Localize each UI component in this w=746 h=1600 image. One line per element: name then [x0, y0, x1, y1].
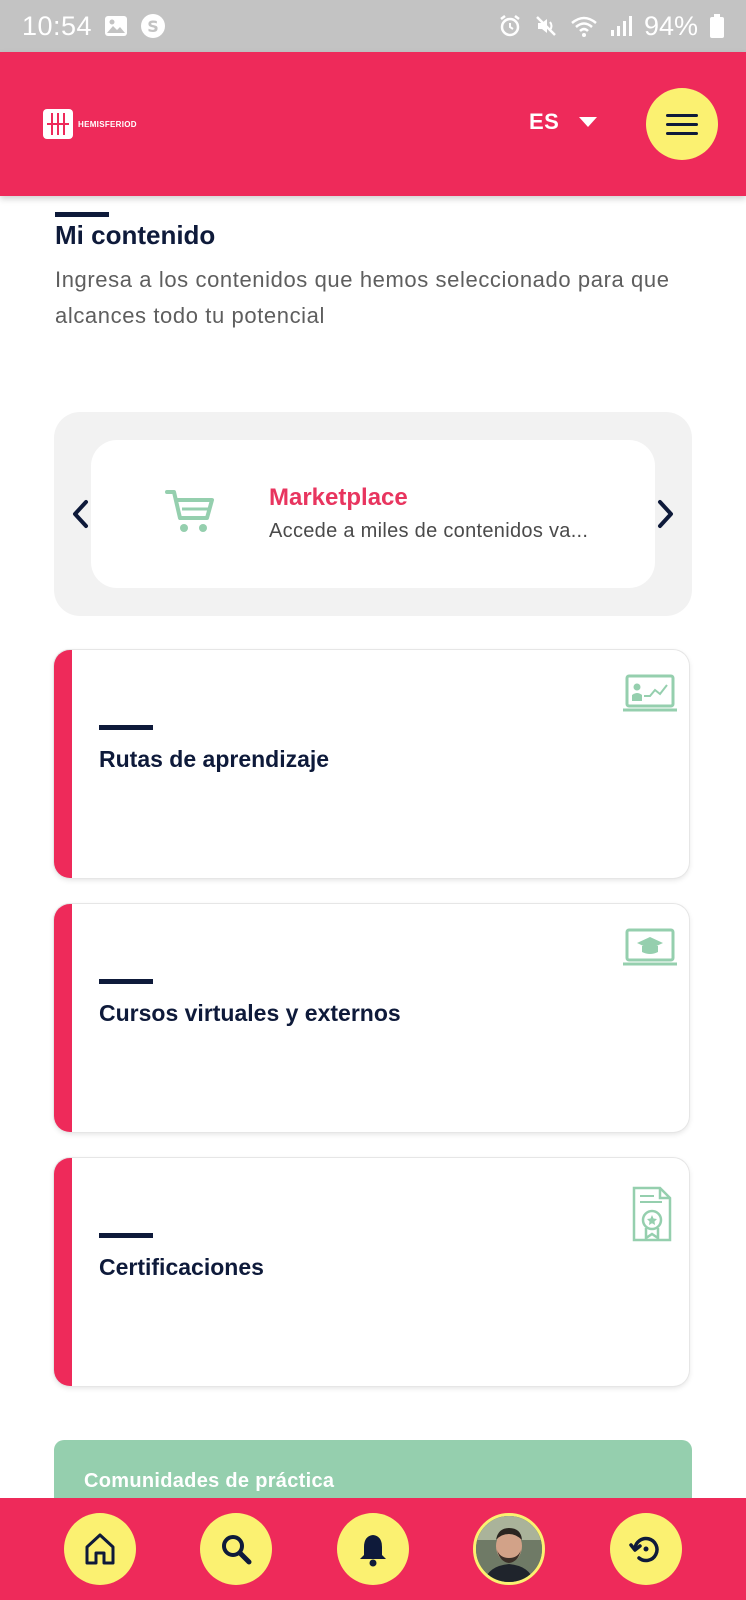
- alarm-icon: [498, 14, 522, 38]
- communities-title: Comunidades de práctica: [84, 1470, 335, 1492]
- status-bar: 10:54 S 94%: [0, 0, 746, 52]
- card-title: Certificaciones: [99, 1254, 264, 1280]
- nav-search-button[interactable]: [200, 1513, 272, 1585]
- battery-percent: 94%: [643, 10, 698, 41]
- page-subtitle: Ingresa a los contenidos que hemos selec…: [55, 267, 670, 328]
- card-accent-bar: [99, 1233, 153, 1238]
- svg-text:S: S: [147, 17, 159, 36]
- card-learning-paths[interactable]: Rutas de aprendizaje: [54, 650, 689, 878]
- chevron-right-icon: [658, 500, 673, 528]
- s-app-icon: S: [140, 13, 166, 39]
- card-certifications[interactable]: Certificaciones: [54, 1158, 689, 1386]
- nav-profile-avatar[interactable]: [473, 1513, 545, 1585]
- presentation-board-icon: [622, 674, 678, 719]
- mute-icon: [534, 14, 558, 38]
- bell-icon: [360, 1535, 386, 1567]
- language-selector[interactable]: ES: [529, 109, 598, 135]
- carousel-prev-button[interactable]: [68, 498, 92, 530]
- language-label: ES: [529, 109, 560, 134]
- nav-home-button[interactable]: [64, 1513, 136, 1585]
- card-accent-bar: [99, 725, 153, 730]
- carousel-next-button[interactable]: [654, 498, 678, 530]
- search-icon: [222, 1535, 252, 1565]
- status-right: 94%: [498, 11, 724, 42]
- logo-text: HEMISFERIOD: [78, 119, 137, 129]
- status-left: 10:54 S: [22, 11, 166, 42]
- app-header: HEMISFERIOD ES: [0, 52, 746, 196]
- card-title: Cursos virtuales y externos: [99, 1000, 401, 1026]
- card-accent-bar: [99, 979, 153, 984]
- chevron-left-icon: [73, 500, 88, 528]
- content-carousel: Marketplace Accede a miles de contenidos…: [54, 412, 692, 616]
- hamburger-icon-line: [666, 113, 698, 117]
- shopping-cart-icon: [165, 488, 215, 541]
- signal-icon: [610, 14, 632, 38]
- card-title: Rutas de aprendizaje: [99, 746, 330, 772]
- logo-mark-icon: [43, 109, 73, 139]
- nav-notifications-button[interactable]: [337, 1513, 409, 1585]
- battery-icon: [710, 14, 724, 38]
- marketplace-card[interactable]: Marketplace Accede a miles de contenidos…: [91, 440, 655, 588]
- chevron-down-icon: [579, 117, 598, 127]
- certificate-icon: [632, 1186, 672, 1247]
- gallery-icon: [104, 15, 128, 37]
- status-time: 10:54: [22, 10, 93, 41]
- avatar: [476, 1516, 542, 1582]
- history-icon: [629, 1536, 659, 1563]
- marketplace-title: Marketplace: [269, 484, 408, 511]
- section-accent-bar: [55, 212, 109, 217]
- card-virtual-courses[interactable]: Cursos virtuales y externos: [54, 904, 689, 1132]
- menu-button[interactable]: [646, 88, 718, 160]
- bottom-navigation: [0, 1498, 746, 1600]
- marketplace-description: Accede a miles de contenidos va...: [269, 520, 589, 542]
- hamburger-icon-line: [666, 122, 698, 126]
- hamburger-icon-line: [666, 131, 698, 135]
- nav-history-button[interactable]: [610, 1513, 682, 1585]
- logo[interactable]: HEMISFERIOD: [43, 109, 137, 139]
- home-icon: [85, 1533, 115, 1565]
- page-title: Mi contenido: [55, 220, 216, 250]
- wifi-icon: [570, 14, 598, 38]
- laptop-graduation-icon: [622, 928, 678, 973]
